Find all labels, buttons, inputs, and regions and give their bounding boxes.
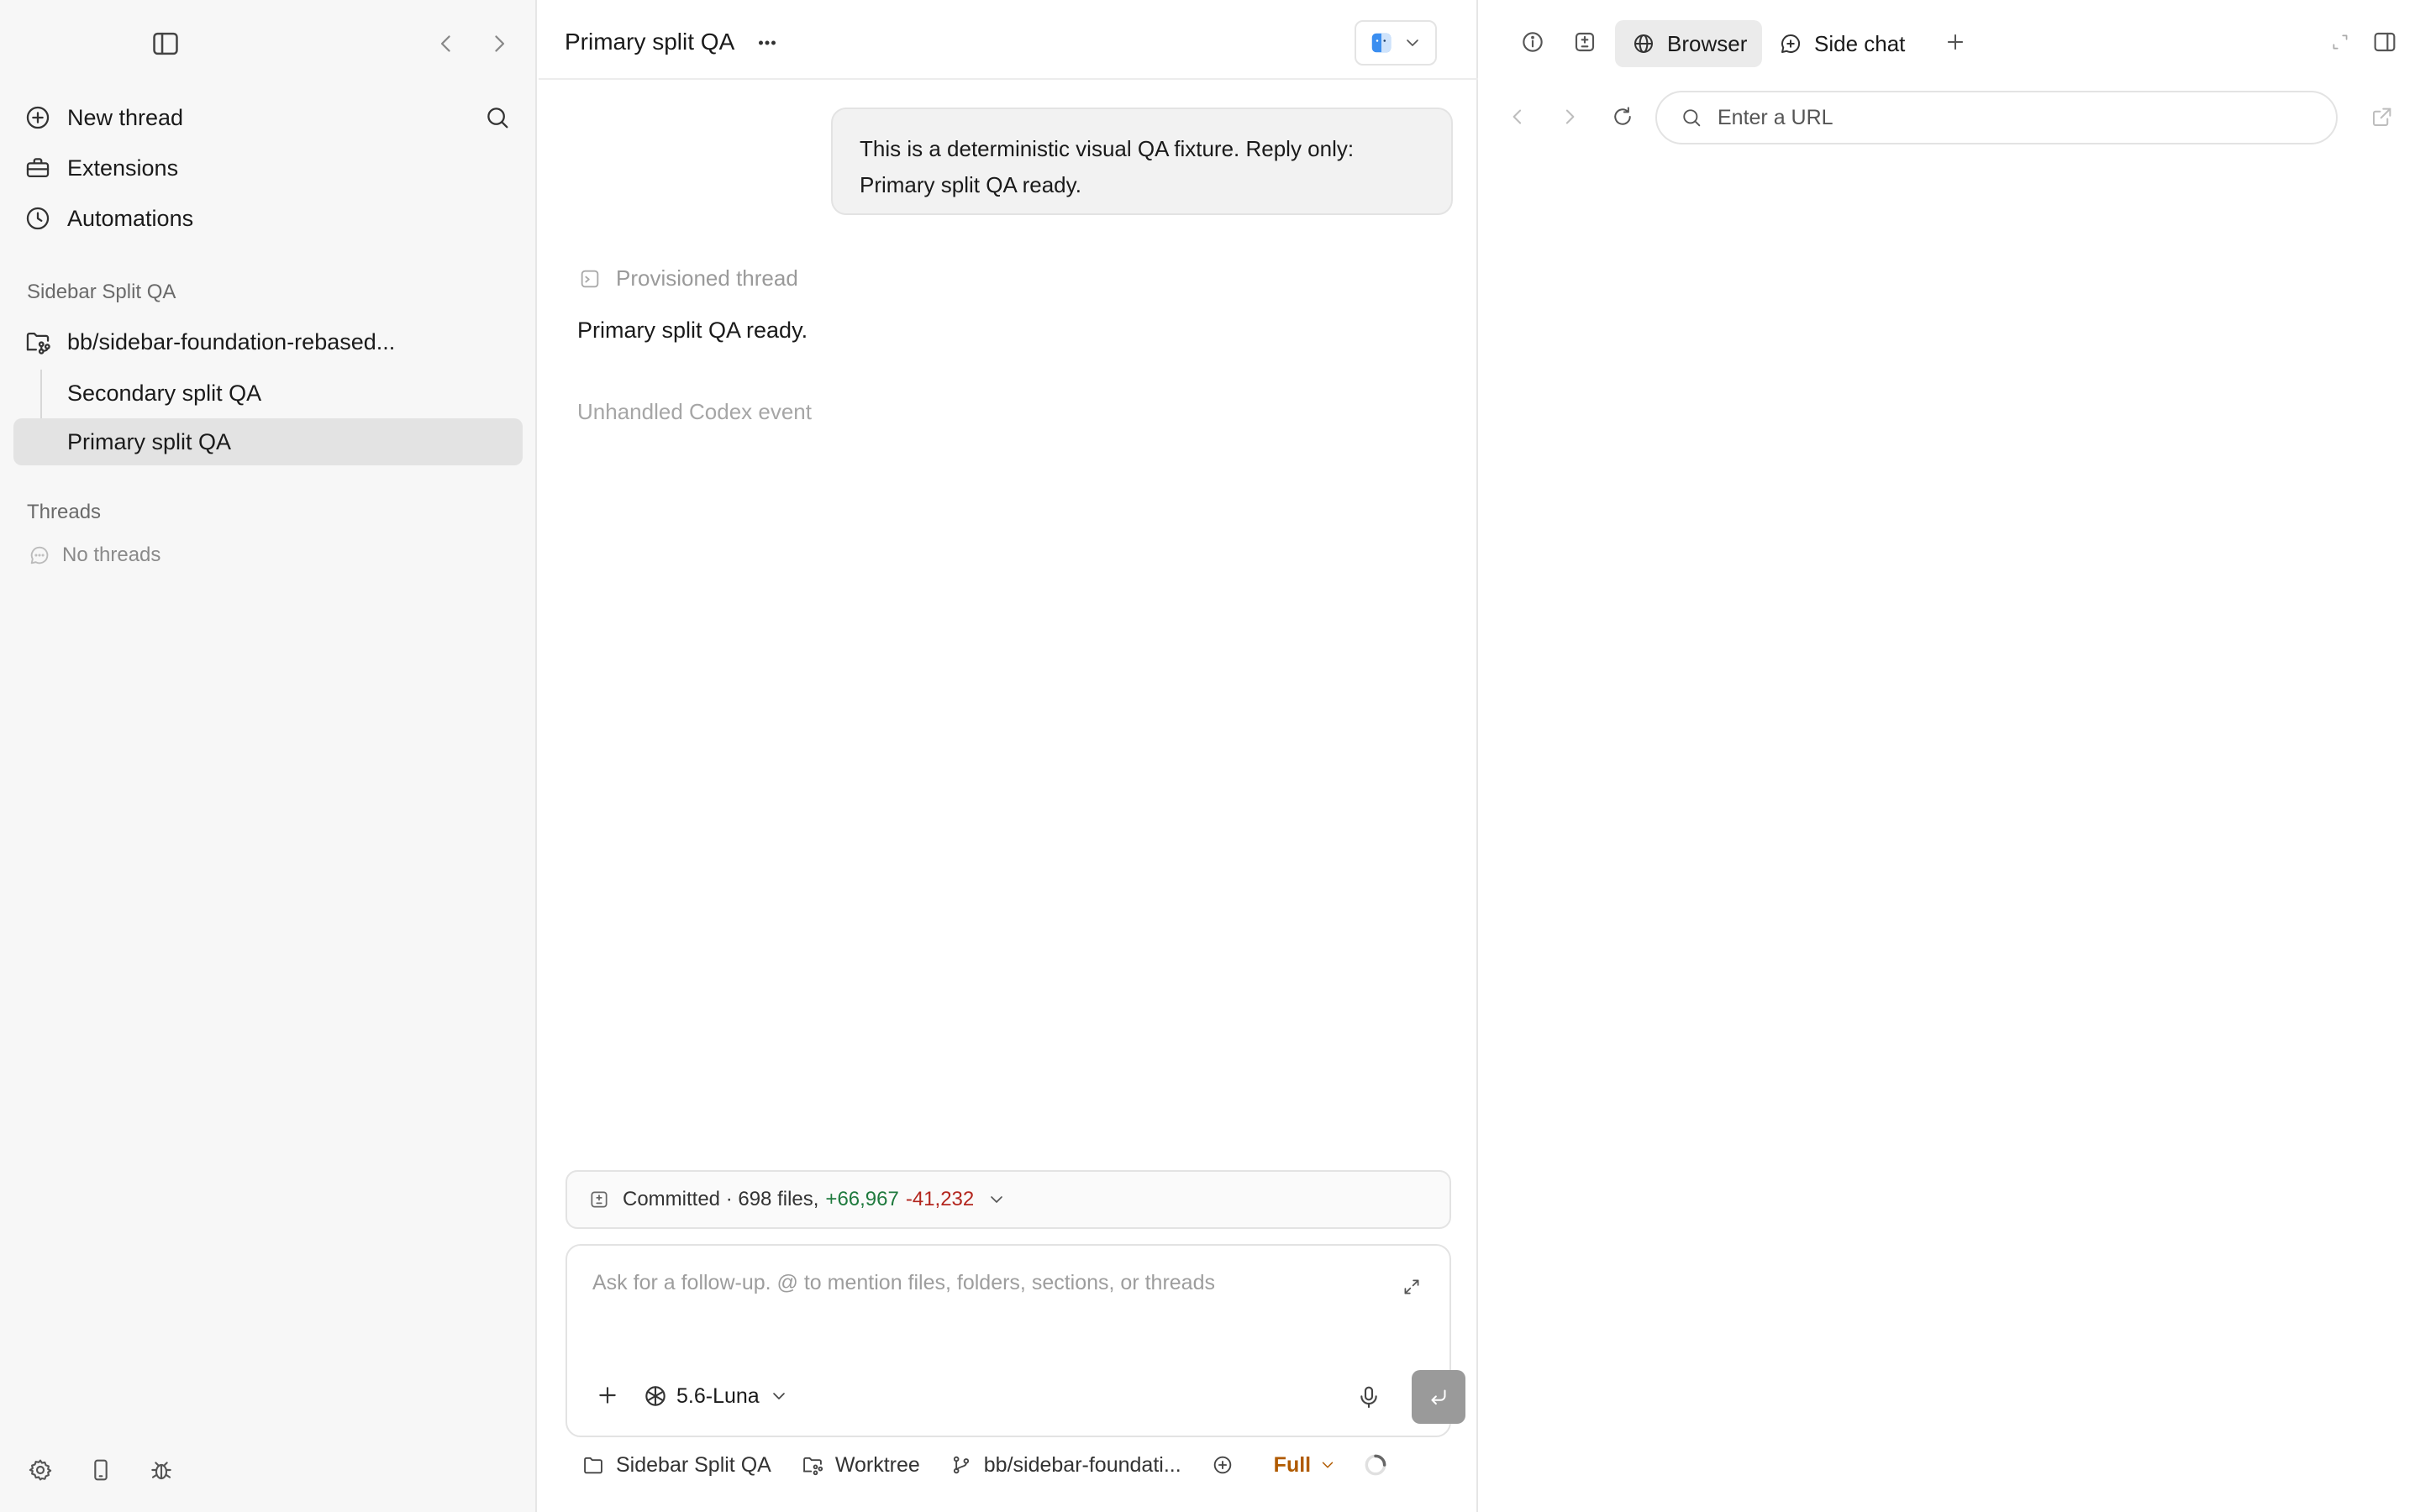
branch-selector[interactable]: bb/sidebar-foundati... [949,1452,1181,1478]
worktree-label: Worktree [834,1452,920,1477]
chevron-down-icon[interactable] [986,1189,1007,1210]
provisioned-label: Provisioned thread [616,265,798,291]
add-attachment-icon[interactable] [592,1380,623,1410]
folder-branch-icon [24,328,52,356]
plus-circle-icon [24,103,52,132]
chevron-down-icon [1402,32,1423,54]
project-label: Sidebar Split QA [616,1452,771,1477]
microphone-icon[interactable] [1355,1383,1383,1411]
terminal-icon [577,266,602,291]
collapse-icon[interactable] [2326,28,2354,56]
main-pane: Primary split QA This is a deterministic… [539,0,1478,1512]
search-icon[interactable] [482,102,513,133]
project-section-header[interactable]: Sidebar Split QA [27,281,176,304]
finder-app-icon [1368,29,1395,56]
new-thread-label: New thread [67,104,184,130]
user-message: This is a deterministic visual QA fixtur… [831,108,1453,215]
branch-label: bb/sidebar-foundati... [983,1452,1181,1477]
globe-icon [1630,30,1657,57]
thread-item-secondary[interactable]: Secondary split QA [13,370,523,417]
chat-bubble-icon [27,543,52,568]
diff-icon[interactable] [1570,28,1599,56]
thread-header: Primary split QA [539,0,1478,80]
more-options-icon[interactable] [753,29,781,57]
mobile-device-icon[interactable] [86,1455,116,1485]
toggle-panel-icon[interactable] [2370,28,2399,56]
composer: 5.6-Luna [566,1244,1465,1437]
diff-icon [587,1188,611,1211]
browser-back-icon[interactable] [1504,103,1531,130]
thread-label: Secondary split QA [67,380,262,406]
chevron-down-icon [1318,1455,1338,1475]
open-external-icon[interactable] [2369,103,2396,130]
folder-icon [581,1452,606,1478]
plus-circle-icon [1210,1452,1235,1478]
worktree-item[interactable]: bb/sidebar-foundation-rebased... [24,320,395,364]
provisioned-thread-row: Provisioned thread [577,265,798,291]
thread-label: Primary split QA [67,428,232,454]
openai-logo-icon [641,1382,670,1410]
browser-forward-icon[interactable] [1556,103,1583,130]
follow-up-input[interactable] [592,1271,1349,1295]
toggle-sidebar-icon[interactable] [150,28,182,60]
new-branch-button[interactable] [1210,1452,1245,1478]
model-label: 5.6-Luna [676,1383,760,1408]
new-thread-button[interactable]: New thread [24,96,183,139]
commit-summary-bar[interactable]: Committed · 698 files, +66,967 -41,232 [566,1170,1451,1229]
worktree-label: bb/sidebar-foundation-rebased... [67,328,396,354]
forward-icon[interactable] [483,28,515,60]
automations-label: Automations [67,205,194,231]
extensions-label: Extensions [67,155,179,181]
info-icon[interactable] [1518,28,1547,56]
url-bar [1655,91,2338,144]
expand-icon[interactable] [1399,1274,1424,1299]
tab-browser[interactable]: Browser [1615,20,1763,67]
model-selector[interactable]: 5.6-Luna [641,1380,790,1412]
git-branch-icon [949,1452,974,1478]
commit-summary-text: Committed · 698 files, [623,1188,819,1210]
open-in-app-button[interactable] [1355,20,1437,66]
additions-count: +66,967 [825,1188,899,1210]
worktree-selector[interactable]: Worktree [800,1452,920,1478]
tab-side-chat[interactable]: Side chat [1762,20,1920,67]
toolbox-icon [24,154,52,182]
reload-icon[interactable] [1609,103,1636,130]
thread-title: Primary split QA [565,29,735,55]
settings-gear-icon[interactable] [25,1455,55,1485]
bug-icon[interactable] [146,1455,176,1485]
tab-browser-label: Browser [1667,30,1748,56]
access-level-label: Full [1273,1452,1312,1477]
no-threads-label: No threads [62,543,161,566]
assistant-reply: Primary split QA ready. [577,318,808,343]
tab-side-chat-label: Side chat [1814,30,1906,56]
folder-branch-icon [800,1452,825,1478]
clock-icon [24,204,52,233]
extensions-button[interactable]: Extensions [24,146,178,190]
add-tab-icon[interactable] [1941,28,1970,56]
back-icon[interactable] [430,28,462,60]
sidebar: New thread Extensions Automations Sideba… [0,0,537,1512]
search-icon [1679,105,1704,130]
no-threads-row: No threads [27,543,160,568]
chat-plus-icon [1777,30,1804,57]
composer-footer: Sidebar Split QA Worktree bb/sidebar-fou… [581,1448,1390,1482]
thread-item-primary[interactable]: Primary split QA [13,418,523,465]
access-level-selector[interactable]: Full [1274,1453,1338,1478]
deletions-count: -41,232 [905,1188,975,1210]
threads-section-header[interactable]: Threads [27,501,101,524]
side-panel: Browser Side chat [1480,0,2420,1512]
send-arrow-icon [1425,1383,1452,1410]
unhandled-event-label: Unhandled Codex event [577,399,812,424]
automations-button[interactable]: Automations [24,197,193,240]
send-button[interactable] [1412,1370,1465,1424]
loading-spinner-icon [1361,1451,1390,1479]
chevron-down-icon [768,1385,790,1407]
url-input[interactable] [1718,105,2306,130]
project-selector[interactable]: Sidebar Split QA [581,1452,771,1478]
